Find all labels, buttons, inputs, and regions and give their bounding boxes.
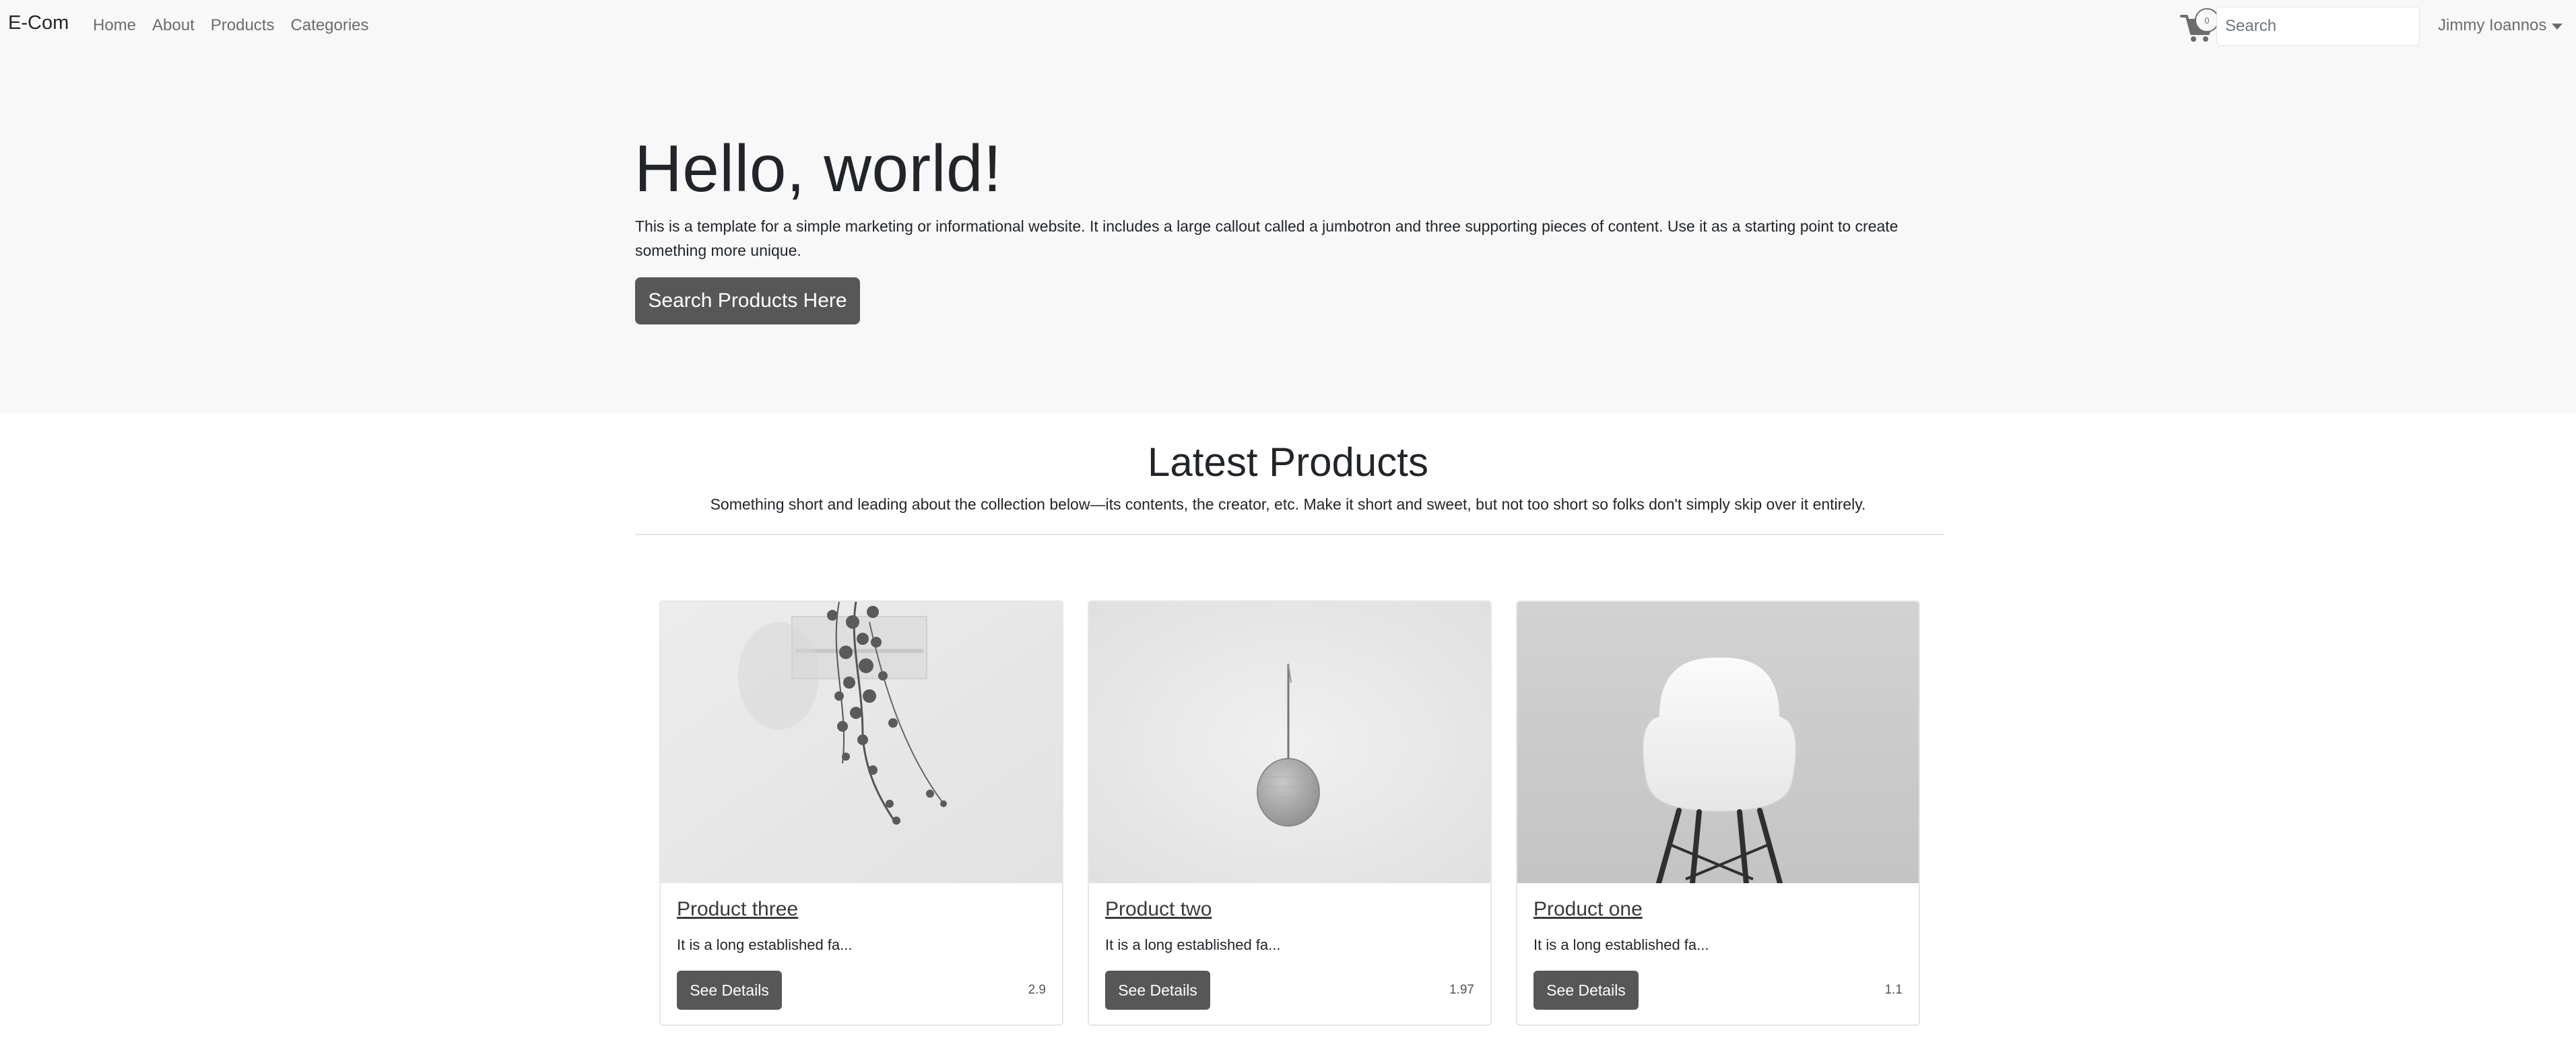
- see-details-button[interactable]: See Details: [1533, 971, 1639, 1010]
- see-details-button[interactable]: See Details: [677, 971, 782, 1010]
- latest-products-title: Latest Products: [1148, 440, 1428, 485]
- chevron-down-icon: [2552, 23, 2563, 30]
- user-name: Jimmy Ioannos: [2438, 16, 2547, 34]
- nav-link-products[interactable]: Products: [211, 16, 275, 35]
- product-description: It is a long established fa...: [677, 936, 853, 953]
- product-title-link[interactable]: Product three: [677, 898, 798, 921]
- brand-logo[interactable]: E-Com: [8, 12, 69, 34]
- see-details-button[interactable]: See Details: [1105, 971, 1210, 1010]
- search-input[interactable]: [2216, 7, 2420, 46]
- product-image-ivy-plant: [661, 602, 1062, 883]
- user-menu-dropdown[interactable]: Jimmy Ioannos: [2438, 16, 2563, 35]
- search-products-button[interactable]: Search Products Here: [635, 277, 860, 324]
- product-card: Product one It is a long established fa.…: [1516, 600, 1920, 1026]
- product-title-link[interactable]: Product one: [1533, 898, 1643, 921]
- product-title-link[interactable]: Product two: [1105, 898, 1212, 921]
- product-card: Product two It is a long established fa.…: [1088, 600, 1492, 1026]
- product-image-chair: [1517, 602, 1919, 883]
- navbar: E-Com Home About Products Categories 0 J…: [0, 0, 2576, 55]
- cart-button[interactable]: 0: [2180, 8, 2220, 44]
- jumbotron-text: This is a template for a simple marketin…: [635, 217, 1898, 259]
- nav-link-categories[interactable]: Categories: [290, 16, 368, 35]
- product-image-speaker: [1089, 602, 1490, 883]
- section-divider: [635, 534, 1944, 535]
- product-card: Product three It is a long established f…: [659, 600, 1063, 1026]
- product-description: It is a long established fa...: [1105, 936, 1281, 953]
- nav-link-about[interactable]: About: [152, 16, 195, 35]
- product-description: It is a long established fa...: [1533, 936, 1709, 953]
- product-price: 1.97: [1449, 983, 1474, 997]
- cart-count-badge: 0: [2195, 8, 2219, 32]
- product-price: 1.1: [1884, 983, 1903, 997]
- jumbotron: Hello, world! This is a template for a s…: [0, 55, 2576, 414]
- product-price: 2.9: [1028, 983, 1046, 997]
- latest-products-lead: Something short and leading about the co…: [710, 495, 1866, 513]
- nav-links: Home About Products Categories: [93, 16, 369, 35]
- nav-link-home[interactable]: Home: [93, 16, 136, 35]
- jumbotron-title: Hello, world!: [634, 131, 1002, 205]
